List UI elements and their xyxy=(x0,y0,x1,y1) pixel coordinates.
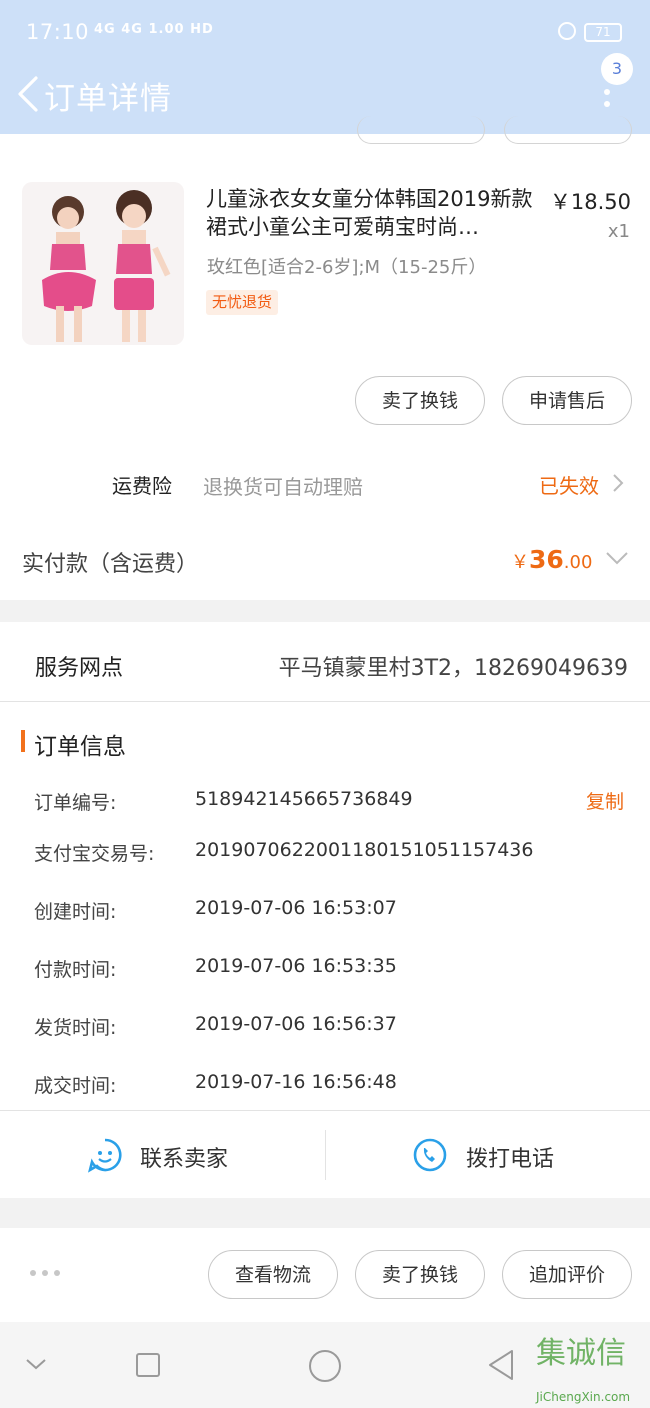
product-price: ￥18.50 xyxy=(549,190,631,214)
product-sku: 玫红色[适合2-6岁];M（15-25斤） xyxy=(207,257,487,278)
chat-seller-icon[interactable] xyxy=(87,1137,123,1173)
add-review-button[interactable]: 追加评价 xyxy=(502,1250,632,1299)
partial-button-left[interactable] xyxy=(357,116,485,144)
service-point-value: 平马镇蒙里村3T2，18269049639 xyxy=(278,656,628,681)
alipay-trade-number-label: 支付宝交易号: xyxy=(34,843,155,865)
back-icon[interactable] xyxy=(16,76,44,112)
status-time: 17:10 xyxy=(26,20,90,44)
paid-time-label: 付款时间: xyxy=(34,959,117,981)
order-number-value: 518942145665736849 xyxy=(195,788,413,810)
service-point-label: 服务网点 xyxy=(35,656,124,681)
divider xyxy=(0,1110,650,1111)
sell-for-cash-bottom-button[interactable]: 卖了换钱 xyxy=(355,1250,485,1299)
more-options-icon[interactable] xyxy=(600,84,614,110)
vertical-divider xyxy=(325,1130,326,1180)
call-phone-button[interactable]: 拨打电话 xyxy=(466,1141,554,1173)
nav-home-icon[interactable] xyxy=(308,1349,342,1383)
order-info-title: 订单信息 xyxy=(34,734,126,760)
shipped-time-label: 发货时间: xyxy=(34,1017,117,1039)
watermark-logo: 集诚信 xyxy=(536,1336,626,1371)
product-title[interactable]: 儿童泳衣女女童分体韩国2019新款裙式小童公主可爱萌宝时尚… xyxy=(206,185,536,241)
contact-seller-button[interactable]: 联系卖家 xyxy=(140,1141,228,1173)
view-logistics-button[interactable]: 查看物流 xyxy=(208,1250,338,1299)
section-gap xyxy=(0,600,650,622)
product-photo-illustration xyxy=(22,182,184,345)
more-actions-icon[interactable] xyxy=(29,1268,61,1278)
created-time-label: 创建时间: xyxy=(34,901,117,923)
watermark-text: JiChengXin.com xyxy=(536,1390,631,1404)
return-guarantee-tag: 无忧退货 xyxy=(206,290,279,315)
chevron-down-icon[interactable] xyxy=(605,550,629,566)
chevron-right-icon[interactable] xyxy=(612,473,624,493)
page-title: 订单详情 xyxy=(44,81,172,117)
shipping-insurance-status[interactable]: 已失效 xyxy=(539,470,599,499)
section-accent-bar xyxy=(21,730,25,752)
order-number-label: 订单编号: xyxy=(34,792,117,814)
completed-time-label: 成交时间: xyxy=(34,1075,117,1097)
section-gap xyxy=(0,1198,650,1228)
product-image[interactable] xyxy=(22,182,184,345)
signal-indicators: 4G 4G 1.00 HD xyxy=(94,22,214,37)
paid-amount: ￥36.00 xyxy=(511,545,592,574)
app-header: 17:10 4G 4G 1.00 HD 71 订单详情 3 xyxy=(0,0,650,134)
nav-back-icon[interactable] xyxy=(486,1349,516,1381)
alipay-trade-number-value: 2019070622001180151051157436 xyxy=(195,839,534,861)
nav-recents-icon[interactable] xyxy=(135,1352,161,1378)
shipping-insurance-description: 退换货可自动理赔 xyxy=(203,475,363,499)
partial-button-right[interactable] xyxy=(504,116,632,144)
copy-order-number-link[interactable]: 复制 xyxy=(586,787,624,814)
completed-time-value: 2019-07-16 16:56:48 xyxy=(195,1071,397,1093)
currency-symbol: ￥ xyxy=(511,552,529,573)
nav-collapse-icon[interactable] xyxy=(24,1356,48,1372)
shipped-time-value: 2019-07-06 16:56:37 xyxy=(195,1013,397,1035)
apply-after-sale-button[interactable]: 申请售后 xyxy=(502,376,632,425)
shipping-insurance-label: 运费险 xyxy=(112,474,172,498)
divider xyxy=(0,701,650,702)
phone-call-icon[interactable] xyxy=(412,1137,448,1173)
battery-icon: 71 xyxy=(584,23,622,42)
status-bar: 17:10 4G 4G 1.00 HD 71 xyxy=(0,0,650,66)
notification-badge[interactable]: 3 xyxy=(601,53,633,85)
sell-for-cash-button[interactable]: 卖了换钱 xyxy=(355,376,485,425)
created-time-value: 2019-07-06 16:53:07 xyxy=(195,897,397,919)
paid-amount-label: 实付款（含运费） xyxy=(22,552,199,577)
product-quantity: x1 xyxy=(607,221,630,242)
amount-decimal: .00 xyxy=(563,552,593,573)
amount-integer: 36 xyxy=(529,545,564,574)
paid-time-value: 2019-07-06 16:53:35 xyxy=(195,955,397,977)
alarm-icon xyxy=(558,22,576,40)
